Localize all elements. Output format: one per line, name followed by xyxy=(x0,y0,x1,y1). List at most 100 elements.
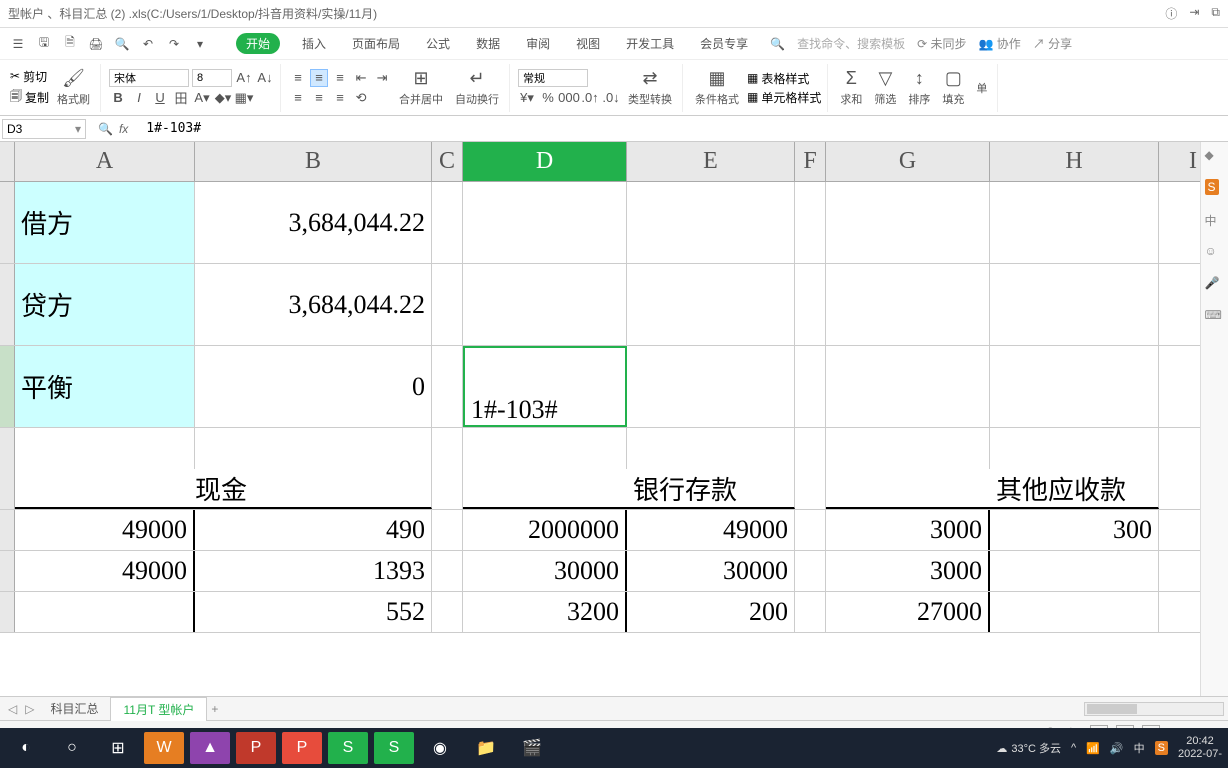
fx-icon[interactable]: fx xyxy=(119,122,128,136)
horizontal-scrollbar[interactable] xyxy=(1084,702,1224,716)
cell-f6[interactable] xyxy=(795,510,826,550)
tab-data[interactable]: 数据 xyxy=(472,31,504,56)
copy-button[interactable]: 复制 xyxy=(25,89,49,106)
sb-icon-1[interactable]: ◆ xyxy=(1205,148,1225,168)
cell-f7[interactable] xyxy=(795,551,826,591)
col-header-c[interactable]: C xyxy=(432,142,463,181)
sheet-tab-2[interactable]: 11月T 型帐户 xyxy=(110,697,207,721)
align-top-icon[interactable]: ≡ xyxy=(289,69,307,87)
size-select[interactable] xyxy=(192,69,232,87)
sheet-tab-1[interactable]: 科目汇总 xyxy=(38,697,110,720)
indent-dec-icon[interactable]: ⇤ xyxy=(352,69,370,87)
sheet-prev-icon[interactable]: ◁ xyxy=(4,702,21,716)
cell-c6[interactable] xyxy=(432,510,463,550)
cut-button[interactable]: 剪切 xyxy=(23,68,47,85)
cell-f3[interactable] xyxy=(795,346,826,427)
cell-h2[interactable] xyxy=(990,264,1159,345)
sb-icon-4[interactable]: ☺ xyxy=(1205,244,1225,264)
cell-e2[interactable] xyxy=(627,264,795,345)
cell-a7[interactable]: 49000 xyxy=(15,551,195,591)
app-icon-4[interactable]: P xyxy=(282,732,322,764)
row-header[interactable] xyxy=(0,469,15,509)
app-icon-2[interactable]: ▲ xyxy=(190,732,230,764)
tab-formula[interactable]: 公式 xyxy=(422,31,454,56)
cell-e6[interactable]: 49000 xyxy=(627,510,795,550)
cell-g7[interactable]: 3000 xyxy=(826,551,990,591)
col-header-d[interactable]: D xyxy=(463,142,627,181)
sb-icon-5[interactable]: 🎤 xyxy=(1205,276,1225,296)
tab-view[interactable]: 视图 xyxy=(572,31,604,56)
start-icon[interactable]: ◐ xyxy=(6,732,46,764)
cell-b4[interactable] xyxy=(195,428,432,469)
cell-h5[interactable]: 其他应收款 xyxy=(990,469,1159,509)
cell-h1[interactable] xyxy=(990,182,1159,263)
bold-icon[interactable]: B xyxy=(109,89,127,107)
tab-start[interactable]: 开始 xyxy=(236,33,280,54)
cell-b3[interactable]: 0 xyxy=(195,346,432,427)
sheet-next-icon[interactable]: ▷ xyxy=(21,702,38,716)
add-sheet-icon[interactable]: + xyxy=(207,702,222,716)
restore-icon[interactable]: ⧉ xyxy=(1211,5,1220,22)
minimize-icon[interactable]: ⇥ xyxy=(1189,5,1199,22)
col-header-e[interactable]: E xyxy=(627,142,795,181)
tab-member[interactable]: 会员专享 xyxy=(696,31,752,56)
undo-icon[interactable]: ↶ xyxy=(138,34,158,54)
row-header[interactable] xyxy=(0,346,15,427)
ime-s-tray[interactable]: S xyxy=(1155,741,1168,755)
col-header-b[interactable]: B xyxy=(195,142,432,181)
align-left-icon[interactable]: ≡ xyxy=(289,89,307,107)
cell-h4[interactable] xyxy=(990,428,1159,469)
app-icon-5[interactable]: S xyxy=(328,732,368,764)
sb-ime-s[interactable]: S xyxy=(1205,180,1225,200)
cell-g1[interactable] xyxy=(826,182,990,263)
cell-d6[interactable]: 2000000 xyxy=(463,510,627,550)
row-header[interactable] xyxy=(0,264,15,345)
row-header[interactable] xyxy=(0,592,15,632)
currency-icon[interactable]: ¥▾ xyxy=(518,89,536,107)
cell-f4[interactable] xyxy=(795,428,826,469)
network-icon[interactable]: 📶 xyxy=(1086,742,1100,755)
cell-a6[interactable]: 49000 xyxy=(15,510,195,550)
cell-b2[interactable]: 3,684,044.22 xyxy=(195,264,432,345)
cell-a2[interactable]: 贷方 xyxy=(15,264,195,345)
cell-h8[interactable] xyxy=(990,592,1159,632)
number-format-select[interactable] xyxy=(518,69,588,87)
app-icon-3[interactable]: P xyxy=(236,732,276,764)
format-painter-button[interactable]: 🖌格式刷 xyxy=(53,68,94,107)
tab-insert[interactable]: 插入 xyxy=(298,31,330,56)
saveas-icon[interactable]: 🗎 xyxy=(60,34,80,54)
collab-button[interactable]: 👥 协作 xyxy=(979,35,1021,52)
cell-c4[interactable] xyxy=(432,428,463,469)
align-center-icon[interactable]: ≡ xyxy=(310,89,328,107)
dec-decimal-icon[interactable]: .0↓ xyxy=(602,89,620,107)
cell-d5[interactable] xyxy=(463,469,627,509)
table-fmt-button[interactable]: 表格样式 xyxy=(761,70,809,87)
cell-c1[interactable] xyxy=(432,182,463,263)
cell-e3[interactable] xyxy=(627,346,795,427)
cell-e8[interactable]: 200 xyxy=(627,592,795,632)
cond-format-button[interactable]: ▦条件格式 xyxy=(691,68,743,107)
cell-d1[interactable] xyxy=(463,182,627,263)
cell-d3[interactable]: 1#-103# xyxy=(463,346,627,427)
zoom-icon[interactable]: 🔍 xyxy=(98,122,113,136)
align-bot-icon[interactable]: ≡ xyxy=(331,69,349,87)
fill-button[interactable]: ▢填充 xyxy=(938,68,968,107)
percent-icon[interactable]: % xyxy=(539,89,557,107)
cell-c3[interactable] xyxy=(432,346,463,427)
taskview-icon[interactable]: ⊞ xyxy=(98,732,138,764)
redo-icon[interactable]: ↷ xyxy=(164,34,184,54)
tab-review[interactable]: 审阅 xyxy=(522,31,554,56)
cell-a5[interactable] xyxy=(15,469,195,509)
decrease-font-icon[interactable]: A↓ xyxy=(256,69,274,87)
tab-devtools[interactable]: 开发工具 xyxy=(622,31,678,56)
cell-fmt-button[interactable]: 单元格样式 xyxy=(761,89,821,106)
cell-d2[interactable] xyxy=(463,264,627,345)
cell-d4[interactable] xyxy=(463,428,627,469)
cell-b7[interactable]: 1393 xyxy=(195,551,432,591)
indent-inc-icon[interactable]: ⇥ xyxy=(373,69,391,87)
type-convert-button[interactable]: ⇄类型转换 xyxy=(624,68,676,107)
search-hint[interactable]: 查找命令、搜索模板 xyxy=(797,35,905,52)
ime-cn[interactable]: 中 xyxy=(1134,740,1145,756)
explorer-icon[interactable]: 📁 xyxy=(466,732,506,764)
sb-icon-6[interactable]: ⌨ xyxy=(1205,308,1225,328)
